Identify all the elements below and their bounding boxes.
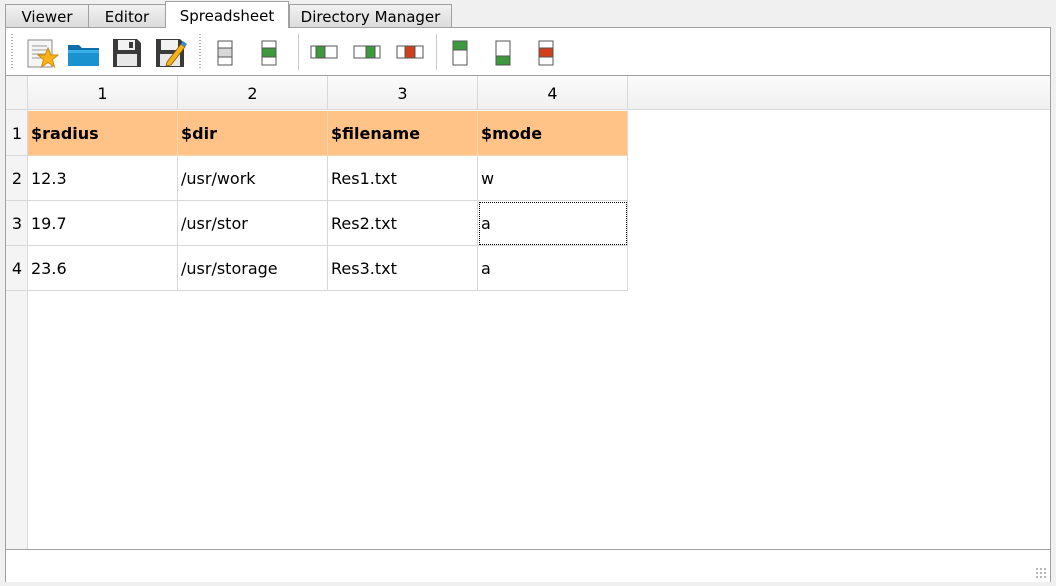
add-row-button[interactable] — [484, 36, 520, 70]
row-header[interactable]: 1 — [6, 111, 28, 156]
column-header[interactable]: 1 — [28, 76, 178, 110]
column-header[interactable]: 3 — [328, 76, 478, 110]
table-cell[interactable]: 23.6 — [28, 246, 178, 291]
table-cell[interactable]: $radius — [28, 111, 178, 156]
column-header[interactable]: 4 — [478, 76, 628, 110]
row-header[interactable]: 3 — [6, 201, 28, 246]
table-cell[interactable]: Res1.txt — [328, 156, 478, 201]
insert-column-left-icon — [310, 45, 338, 59]
save-button[interactable] — [109, 36, 145, 70]
delete-column-button[interactable] — [392, 36, 428, 70]
toolbar-grip-2[interactable] — [199, 34, 201, 70]
table-cell[interactable]: $filename — [328, 111, 478, 156]
table-cell[interactable]: /usr/work — [178, 156, 328, 201]
copy-row-button[interactable] — [441, 36, 477, 70]
open-folder-button[interactable] — [66, 36, 102, 70]
selected-cell[interactable]: a — [478, 201, 628, 246]
table-cell[interactable]: 19.7 — [28, 201, 178, 246]
save-icon — [113, 39, 141, 67]
tab-bar: Viewer Editor Spreadsheet Directory Mana… — [0, 0, 1056, 28]
table-cell[interactable]: $dir — [178, 111, 328, 156]
save-as-icon — [156, 39, 187, 67]
save-as-button[interactable] — [152, 36, 188, 70]
open-folder-icon — [68, 45, 99, 66]
insert-row-below-icon — [261, 40, 277, 66]
select-all-corner[interactable] — [6, 76, 28, 110]
insert-row-above-button[interactable] — [206, 36, 242, 70]
new-file-icon — [27, 39, 59, 69]
insert-column-left-button[interactable] — [306, 36, 342, 70]
spreadsheet-grid[interactable]: 1 2 3 4 1 2 3 4 $radius $dir $filename $… — [6, 76, 1050, 549]
toolbar-separator-2 — [436, 34, 437, 70]
status-bar — [6, 549, 1050, 582]
copy-row-icon — [452, 40, 468, 66]
table-cell[interactable]: 12.3 — [28, 156, 178, 201]
table-cell[interactable]: /usr/storage — [178, 246, 328, 291]
table-cell[interactable]: /usr/stor — [178, 201, 328, 246]
toolbar — [6, 28, 1050, 76]
table-cell[interactable]: $mode — [478, 111, 628, 156]
table-cell[interactable]: Res2.txt — [328, 201, 478, 246]
delete-row-button[interactable] — [527, 36, 563, 70]
delete-row-icon — [538, 40, 554, 66]
tab-editor[interactable]: Editor — [88, 4, 166, 27]
table-cell[interactable]: w — [478, 156, 628, 201]
resize-grip-icon[interactable] — [1035, 567, 1047, 579]
tab-directory-manager[interactable]: Directory Manager — [289, 4, 452, 27]
spreadsheet-panel: 1 2 3 4 1 2 3 4 $radius $dir $filename $… — [5, 27, 1051, 582]
insert-column-right-icon — [353, 45, 381, 59]
row-header[interactable]: 4 — [6, 246, 28, 291]
tab-viewer[interactable]: Viewer — [5, 4, 89, 27]
column-header[interactable]: 2 — [178, 76, 328, 110]
insert-row-below-button[interactable] — [250, 36, 286, 70]
delete-column-icon — [396, 45, 424, 59]
new-file-button[interactable] — [24, 36, 60, 70]
row-header[interactable]: 2 — [6, 156, 28, 201]
tab-spreadsheet[interactable]: Spreadsheet — [165, 1, 289, 28]
insert-column-right-button[interactable] — [349, 36, 385, 70]
table-cell[interactable]: a — [478, 246, 628, 291]
insert-row-above-icon — [217, 40, 233, 66]
table-cell[interactable]: Res3.txt — [328, 246, 478, 291]
toolbar-grip[interactable] — [11, 34, 13, 70]
add-row-icon — [495, 40, 511, 66]
toolbar-separator — [298, 34, 299, 70]
